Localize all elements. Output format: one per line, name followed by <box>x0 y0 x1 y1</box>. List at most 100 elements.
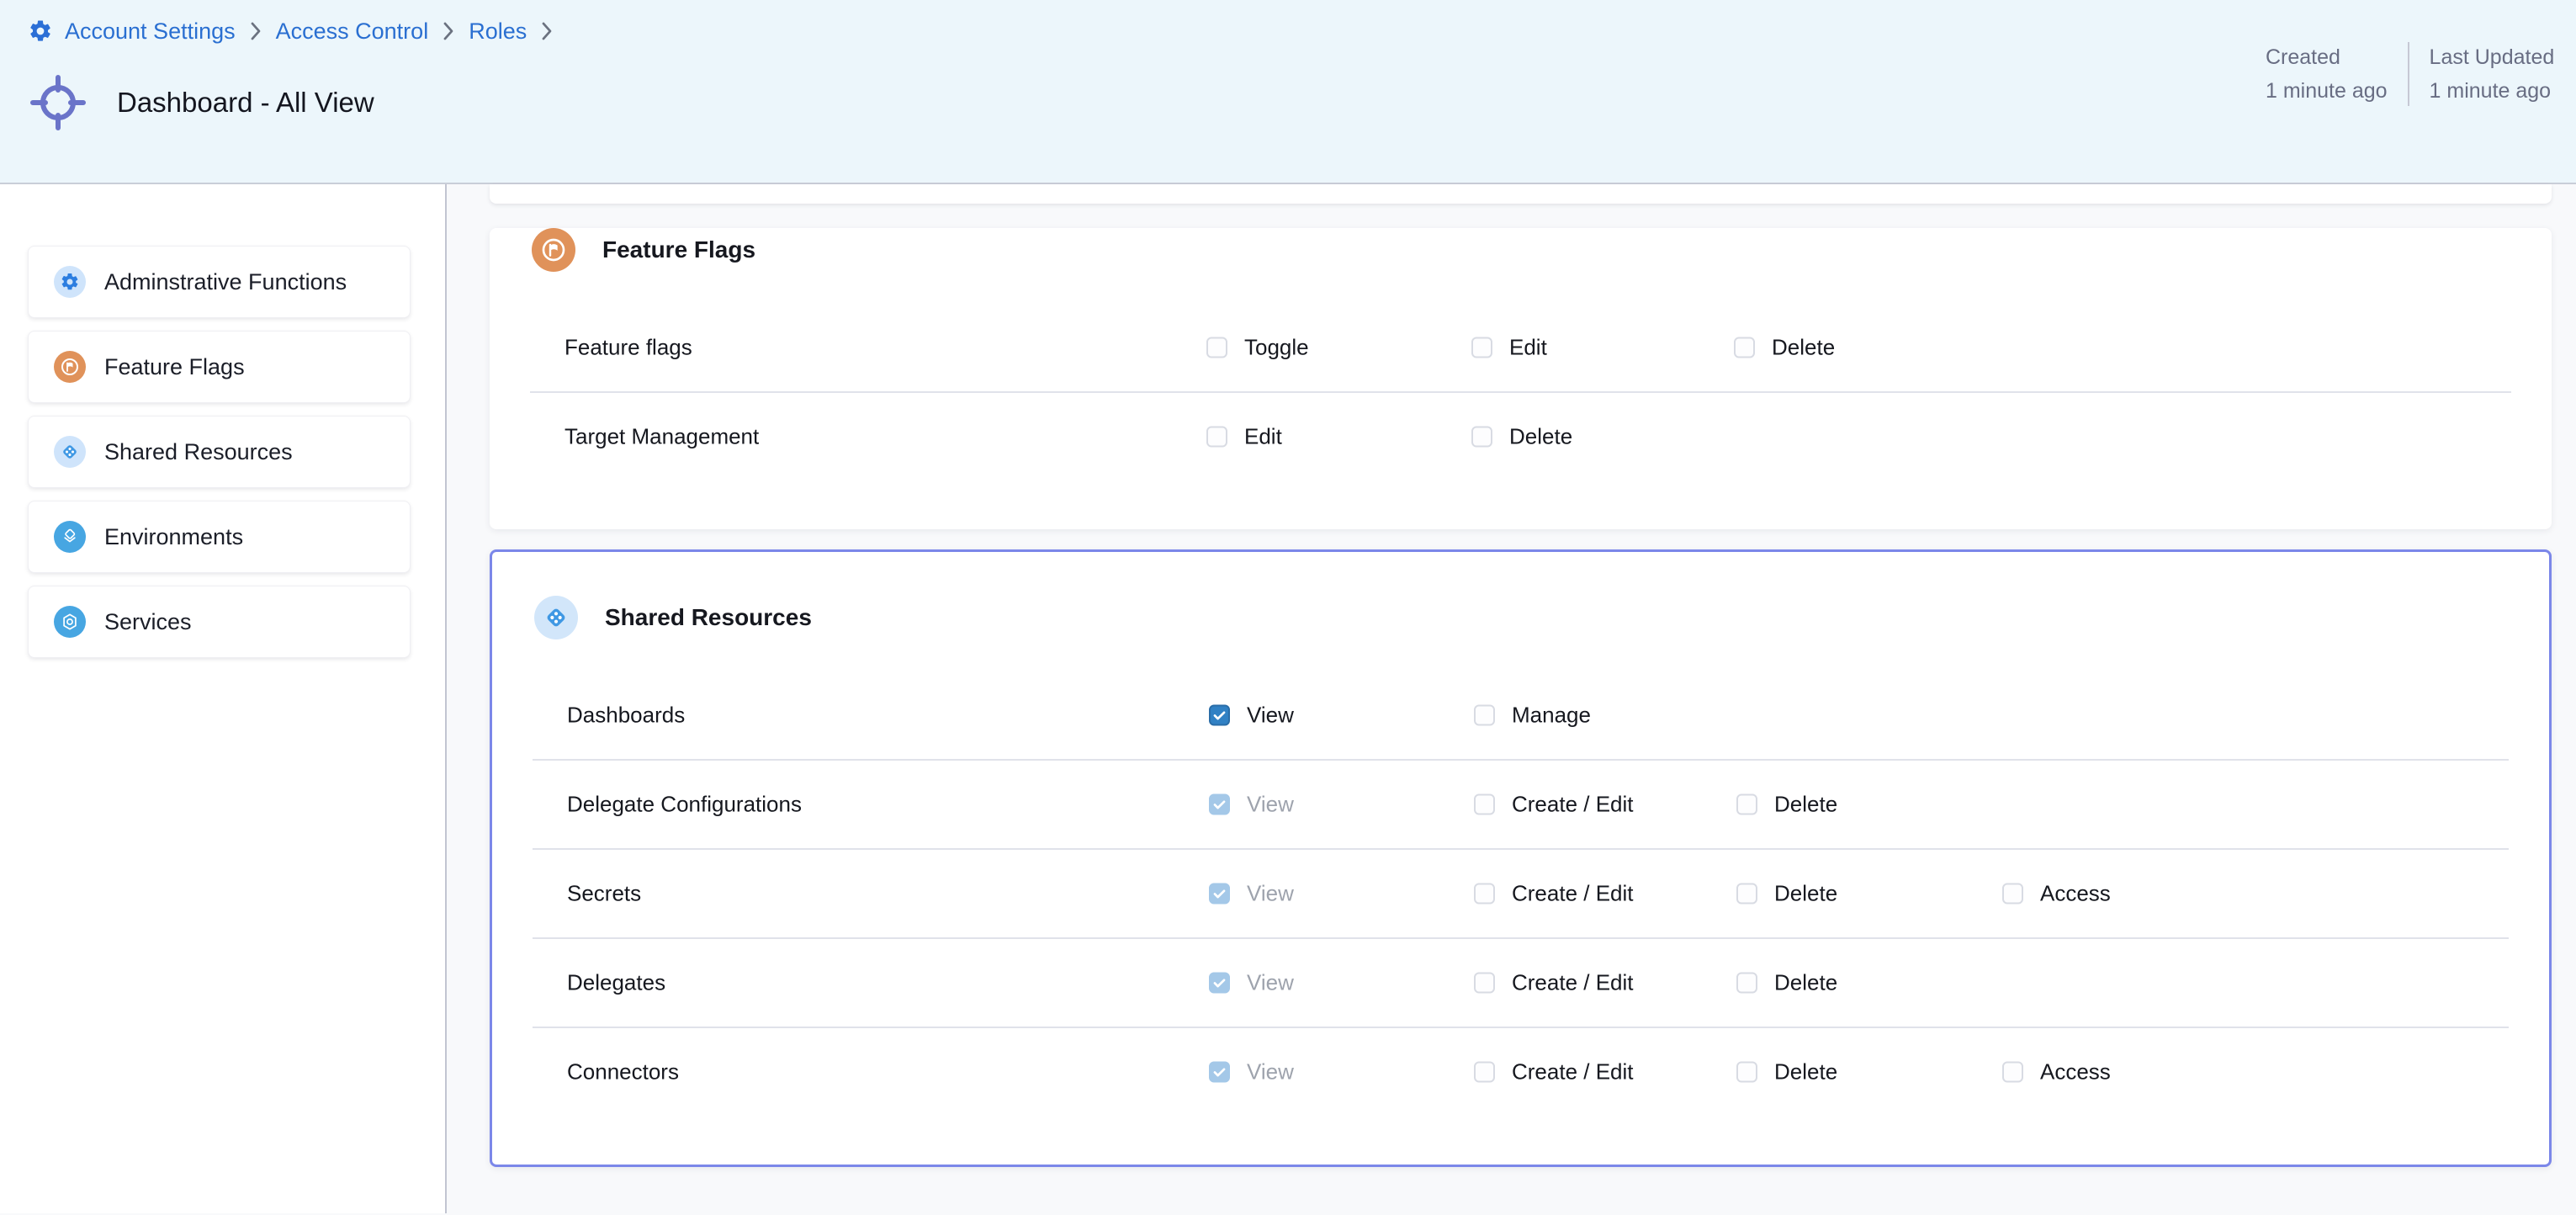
permission-label: Manage <box>1512 703 1591 729</box>
sidebar-item-label: Feature Flags <box>104 354 245 380</box>
permission-delegates-view: View <box>1209 970 1294 996</box>
permission-row-delegates: Delegates View Create / Edit Delete <box>533 939 2509 1027</box>
permission-label: Access <box>2040 1059 2111 1085</box>
sidebar-item-label: Services <box>104 609 192 635</box>
view-checkbox[interactable] <box>1209 883 1230 905</box>
permission-label: View <box>1247 792 1294 818</box>
section-header-shared-resources: Shared Resources <box>534 596 2549 639</box>
view-checkbox[interactable] <box>1209 1062 1230 1083</box>
permission-delegates-delete: Delete <box>1736 970 1837 996</box>
breadcrumb-link-roles[interactable]: Roles <box>469 19 527 45</box>
resource-label: Dashboards <box>567 703 685 729</box>
permission-label: Edit <box>1509 335 1547 361</box>
create-edit-checkbox[interactable] <box>1474 883 1495 905</box>
sidebar-item-adminstrative-functions[interactable]: Adminstrative Functions <box>28 246 411 318</box>
permission-delegate-configurations-create-edit: Create / Edit <box>1474 792 1634 818</box>
permission-feature-flags-delete: Delete <box>1734 335 1835 361</box>
section-title: Feature Flags <box>602 236 755 263</box>
resource-label: Secrets <box>567 881 641 907</box>
resource-label: Feature flags <box>564 335 692 361</box>
environments-icon <box>54 521 86 553</box>
create-edit-checkbox[interactable] <box>1474 794 1495 815</box>
permission-row-delegate-configurations: Delegate Configurations View Create / Edit… <box>533 761 2509 848</box>
permission-label: Access <box>2040 881 2111 907</box>
permission-delegate-configurations-view: View <box>1209 792 1294 818</box>
meta-updated: Last Updated 1 minute ago <box>2430 40 2555 108</box>
sidebar-item-environments[interactable]: Environments <box>28 501 411 573</box>
permission-connectors-access: Access <box>2002 1059 2111 1085</box>
permission-delegates-create-edit: Create / Edit <box>1474 970 1634 996</box>
sections-root: Feature Flags Feature flags Toggle Edit Dele… <box>447 228 2576 1167</box>
edit-checkbox[interactable] <box>1471 337 1492 358</box>
permission-delegate-configurations-delete: Delete <box>1736 792 1837 818</box>
permission-feature-flags-toggle: Toggle <box>1206 335 1309 361</box>
resource-label: Delegates <box>567 970 665 996</box>
view-checkbox[interactable] <box>1209 973 1230 994</box>
permission-secrets-view: View <box>1209 881 1294 907</box>
title-row: Dashboard - All View <box>28 72 374 133</box>
access-checkbox[interactable] <box>2002 883 2023 905</box>
permission-dashboards-view: View <box>1209 703 1294 729</box>
edit-checkbox[interactable] <box>1206 427 1227 448</box>
permission-row-connectors: ConnectorsViewCreate / EditDeleteAccess <box>533 1028 2509 1116</box>
meta-divider <box>2408 42 2409 106</box>
toggle-checkbox[interactable] <box>1206 337 1227 358</box>
delete-checkbox[interactable] <box>1734 337 1755 358</box>
permission-label: View <box>1247 1059 1294 1085</box>
create-edit-checkbox[interactable] <box>1474 1062 1495 1083</box>
permission-row-dashboards: Dashboards View Manage <box>533 671 2509 759</box>
manage-checkbox[interactable] <box>1474 705 1495 726</box>
permission-target-management-delete: Delete <box>1471 424 1572 450</box>
permission-row-target-management: Target ManagementEditDelete <box>530 393 2511 480</box>
permission-label: View <box>1247 970 1294 996</box>
chevron-right-icon <box>247 19 264 43</box>
permission-row-secrets: SecretsViewCreate / EditDeleteAccess <box>533 850 2509 937</box>
diamond-icon <box>534 596 578 639</box>
view-checkbox[interactable] <box>1209 705 1230 726</box>
delete-checkbox[interactable] <box>1736 883 1757 905</box>
permission-label: Edit <box>1244 424 1282 450</box>
chevron-right-icon <box>538 19 555 43</box>
create-edit-checkbox[interactable] <box>1474 973 1495 994</box>
permission-label: View <box>1247 703 1294 729</box>
diamond-icon <box>54 436 86 468</box>
breadcrumb-link-account-settings[interactable]: Account Settings <box>65 19 236 45</box>
section-title: Shared Resources <box>605 604 812 631</box>
permission-label: Delete <box>1774 1059 1837 1085</box>
sidebar-item-label: Adminstrative Functions <box>104 269 347 295</box>
chevron-right-icon <box>440 19 457 43</box>
permission-label: Create / Edit <box>1512 970 1634 996</box>
permission-rows: Dashboards View Manage Delegate Configurati… <box>533 671 2509 1116</box>
permission-rows: Feature flagsToggleEditDeleteTarget Mana… <box>530 304 2511 480</box>
delete-checkbox[interactable] <box>1736 794 1757 815</box>
resource-label: Delegate Configurations <box>567 792 802 818</box>
permission-label: Delete <box>1772 335 1835 361</box>
sidebar-item-feature-flags[interactable]: Feature Flags <box>28 331 411 403</box>
meta-block: Created 1 minute ago Last Updated 1 minu… <box>2266 40 2554 108</box>
delete-checkbox[interactable] <box>1736 973 1757 994</box>
sidebar-item-services[interactable]: Services <box>28 586 411 658</box>
page-title: Dashboard - All View <box>117 87 374 119</box>
permission-row-feature-flags: Feature flags Toggle Edit Delete <box>530 304 2511 391</box>
last-updated-label: Last Updated <box>2430 40 2555 74</box>
role-target-icon <box>28 72 88 133</box>
access-checkbox[interactable] <box>2002 1062 2023 1083</box>
view-checkbox[interactable] <box>1209 794 1230 815</box>
permission-label: View <box>1247 881 1294 907</box>
permission-label: Delete <box>1774 970 1837 996</box>
gear-icon <box>54 266 86 298</box>
sidebar-item-label: Shared Resources <box>104 439 293 465</box>
section-header-feature-flags: Feature Flags <box>532 228 2552 272</box>
meta-created: Created 1 minute ago <box>2266 40 2388 108</box>
resource-label: Connectors <box>567 1059 679 1085</box>
delete-checkbox[interactable] <box>1736 1062 1757 1083</box>
breadcrumb-link-access-control[interactable]: Access Control <box>276 19 429 45</box>
breadcrumb: Account Settings Access Control Roles <box>28 13 567 50</box>
delete-checkbox[interactable] <box>1471 427 1492 448</box>
previous-section-card-stub <box>490 184 2552 204</box>
created-label: Created <box>2266 40 2388 74</box>
flag-icon <box>54 351 86 383</box>
sidebar-item-label: Environments <box>104 524 243 550</box>
sidebar-item-shared-resources[interactable]: Shared Resources <box>28 416 411 488</box>
permission-label: Delete <box>1509 424 1572 450</box>
